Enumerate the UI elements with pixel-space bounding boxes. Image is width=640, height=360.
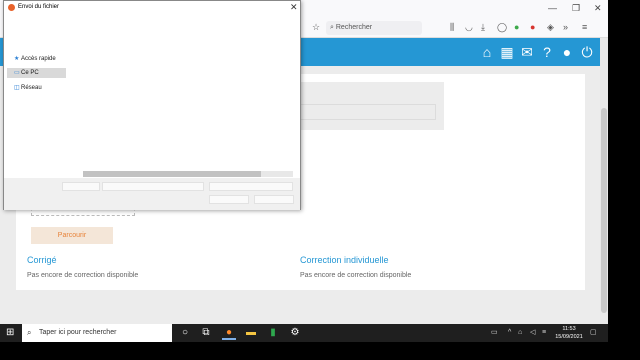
close-icon[interactable]: ✕ xyxy=(594,3,602,14)
library-icon[interactable]: ⫼ xyxy=(450,22,454,32)
windows-start-icon[interactable]: ⊞ xyxy=(6,328,14,338)
volume-icon[interactable]: ◁ xyxy=(530,328,535,338)
taskbar-search-input[interactable]: ⌕ Taper ici pour rechercher xyxy=(22,324,172,342)
star-icon[interactable]: ☆ xyxy=(312,22,320,32)
corrige-title: Corrigé xyxy=(27,255,57,265)
power-icon[interactable]: ⏻ xyxy=(578,43,596,61)
network-icon[interactable]: ⌂ xyxy=(518,328,522,338)
overflow-icon[interactable]: » xyxy=(563,22,568,32)
taskbar: ⊞ ⌕ Taper ici pour rechercher ○ ⧉ ● ▬ ▮ … xyxy=(0,324,608,342)
language-icon[interactable]: ≡ xyxy=(542,328,546,338)
notification-icon[interactable]: ▢ xyxy=(590,328,597,338)
download-icon[interactable]: ⤓ xyxy=(481,22,485,32)
upload-area xyxy=(284,82,444,130)
correction-title: Correction individuelle xyxy=(300,255,389,265)
task-view-icon[interactable]: ⧉ xyxy=(199,326,213,340)
help-icon[interactable]: ? xyxy=(538,43,556,61)
dialog-title: Envoi du fichier xyxy=(18,4,60,10)
user-icon[interactable]: ● xyxy=(558,43,576,61)
browse-button[interactable]: Parcourir xyxy=(31,227,113,244)
network-icon: ◫ xyxy=(14,85,20,91)
correction-text: Pas encore de correction disponible xyxy=(300,272,412,279)
corrige-text: Pas encore de correction disponible xyxy=(27,272,139,279)
horizontal-scrollbar[interactable] xyxy=(83,171,293,177)
sheets-icon[interactable]: ▮ xyxy=(266,326,280,340)
file-upload-dialog: Envoi du fichier ✕ ★ Accès rapide ▭Ce PC … xyxy=(3,0,301,210)
scroll-thumb[interactable] xyxy=(601,108,607,313)
extension-red-icon[interactable]: ● xyxy=(530,22,535,32)
cancel-button[interactable] xyxy=(254,195,294,204)
account-icon[interactable]: ◯ xyxy=(497,22,507,32)
desktop-screen: — ❐ ✕ ☆ ⌕ Rechercher ⫼ ◡ ⤓ ◯ ● ● ◈ » ≡ ⌂… xyxy=(0,0,608,342)
settings-icon[interactable]: ⚙ xyxy=(288,326,302,340)
nav-item-this-pc[interactable]: ▭Ce PC xyxy=(7,68,66,78)
filename-input[interactable] xyxy=(102,182,204,191)
keyboard-icon[interactable]: ▭ xyxy=(491,328,498,338)
nav-item-quick-access[interactable]: ★ Accès rapide xyxy=(14,54,56,64)
scroll-thumb[interactable] xyxy=(83,171,261,177)
extension-green-icon[interactable]: ● xyxy=(514,22,519,32)
home-icon[interactable]: ⌂ xyxy=(478,43,496,61)
browser-search-input[interactable]: ⌕ Rechercher xyxy=(326,21,422,35)
star-icon: ★ xyxy=(14,56,20,62)
firefox-icon xyxy=(8,4,15,11)
upload-field[interactable] xyxy=(290,104,436,120)
close-icon[interactable]: ✕ xyxy=(290,2,298,12)
chevron-up-icon[interactable]: ^ xyxy=(508,328,511,338)
menu-icon[interactable]: ≡ xyxy=(582,22,587,32)
maximize-icon[interactable]: ❐ xyxy=(572,3,580,14)
computer-icon: ▭ xyxy=(14,70,20,76)
pocket-icon[interactable]: ◡ xyxy=(465,22,473,32)
open-button[interactable] xyxy=(209,195,249,204)
nav-item-network[interactable]: ◫Réseau xyxy=(14,83,42,93)
cortana-icon[interactable]: ○ xyxy=(178,326,192,340)
minimize-icon[interactable]: — xyxy=(548,3,557,13)
filetype-select[interactable] xyxy=(209,182,293,191)
file-explorer-icon[interactable]: ▬ xyxy=(244,326,258,340)
clock[interactable]: 11:53 15/09/2021 xyxy=(555,325,583,341)
page-scrollbar[interactable] xyxy=(600,38,608,324)
extension-icon[interactable]: ◈ xyxy=(547,22,554,32)
mail-icon[interactable]: ✉ xyxy=(518,43,536,61)
search-icon: ⌕ xyxy=(27,328,32,337)
dialog-footer xyxy=(4,178,300,210)
firefox-icon[interactable]: ● xyxy=(222,326,236,340)
apps-grid-icon[interactable]: ▦ xyxy=(498,43,516,61)
search-icon: ⌕ xyxy=(330,24,334,31)
filename-label-area xyxy=(62,182,100,191)
